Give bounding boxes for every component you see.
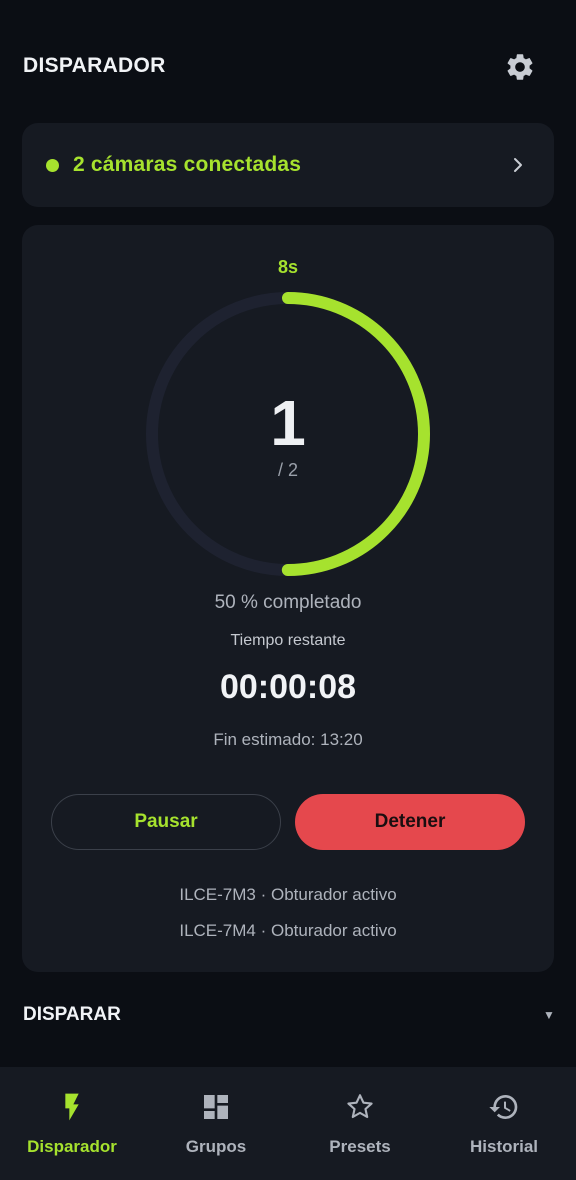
nav-item-historial[interactable]: Historial [432,1067,576,1180]
shooting-timer-card: 8s 1 / 2 50 % completado Tiempo restante… [22,225,554,972]
camera-status-line: ILCE-7M4 · Obturador activo [179,921,397,940]
nav-item-presets[interactable]: Presets [288,1067,432,1180]
nav-label: Historial [469,1137,539,1156]
connection-status-text: 2 cámaras conectadas [73,153,302,176]
gear-icon[interactable] [504,51,536,83]
bottom-navigation: Disparador Grupos Presets Historial [0,1067,576,1180]
dashboard-icon [204,1095,228,1119]
stop-button[interactable]: Detener [295,794,525,850]
lightning-icon [65,1093,79,1121]
section-title: DISPARAR [23,1004,121,1025]
total-shots: / 2 [277,460,298,480]
pause-button[interactable]: Pausar [51,794,281,850]
camera-connection-card[interactable]: 2 cámaras conectadas [22,123,554,207]
nav-label: Presets [329,1137,391,1156]
nav-label: Grupos [185,1137,247,1156]
page-title: DISPARADOR [23,54,166,77]
nav-item-disparador[interactable]: Disparador [0,1067,144,1180]
star-icon [347,1094,373,1119]
app-header: DISPARADOR [0,0,576,120]
connection-status-dot [46,159,59,172]
camera-status-line: ILCE-7M3 · Obturador activo [179,885,397,904]
nav-label: Disparador [27,1137,117,1156]
estimated-end: Fin estimado: 13:20 [213,730,363,749]
nav-item-grupos[interactable]: Grupos [144,1067,288,1180]
progress-percent: 50 % completado [214,592,362,613]
history-icon [489,1095,518,1119]
current-shot-count: 1 [270,387,306,459]
remaining-label: Tiempo restante [230,632,346,649]
caret-down-icon[interactable]: ▼ [543,1008,555,1022]
interval-label: 8s [277,257,299,277]
chevron-right-icon [514,158,522,172]
remaining-time: 00:00:08 [219,668,357,706]
